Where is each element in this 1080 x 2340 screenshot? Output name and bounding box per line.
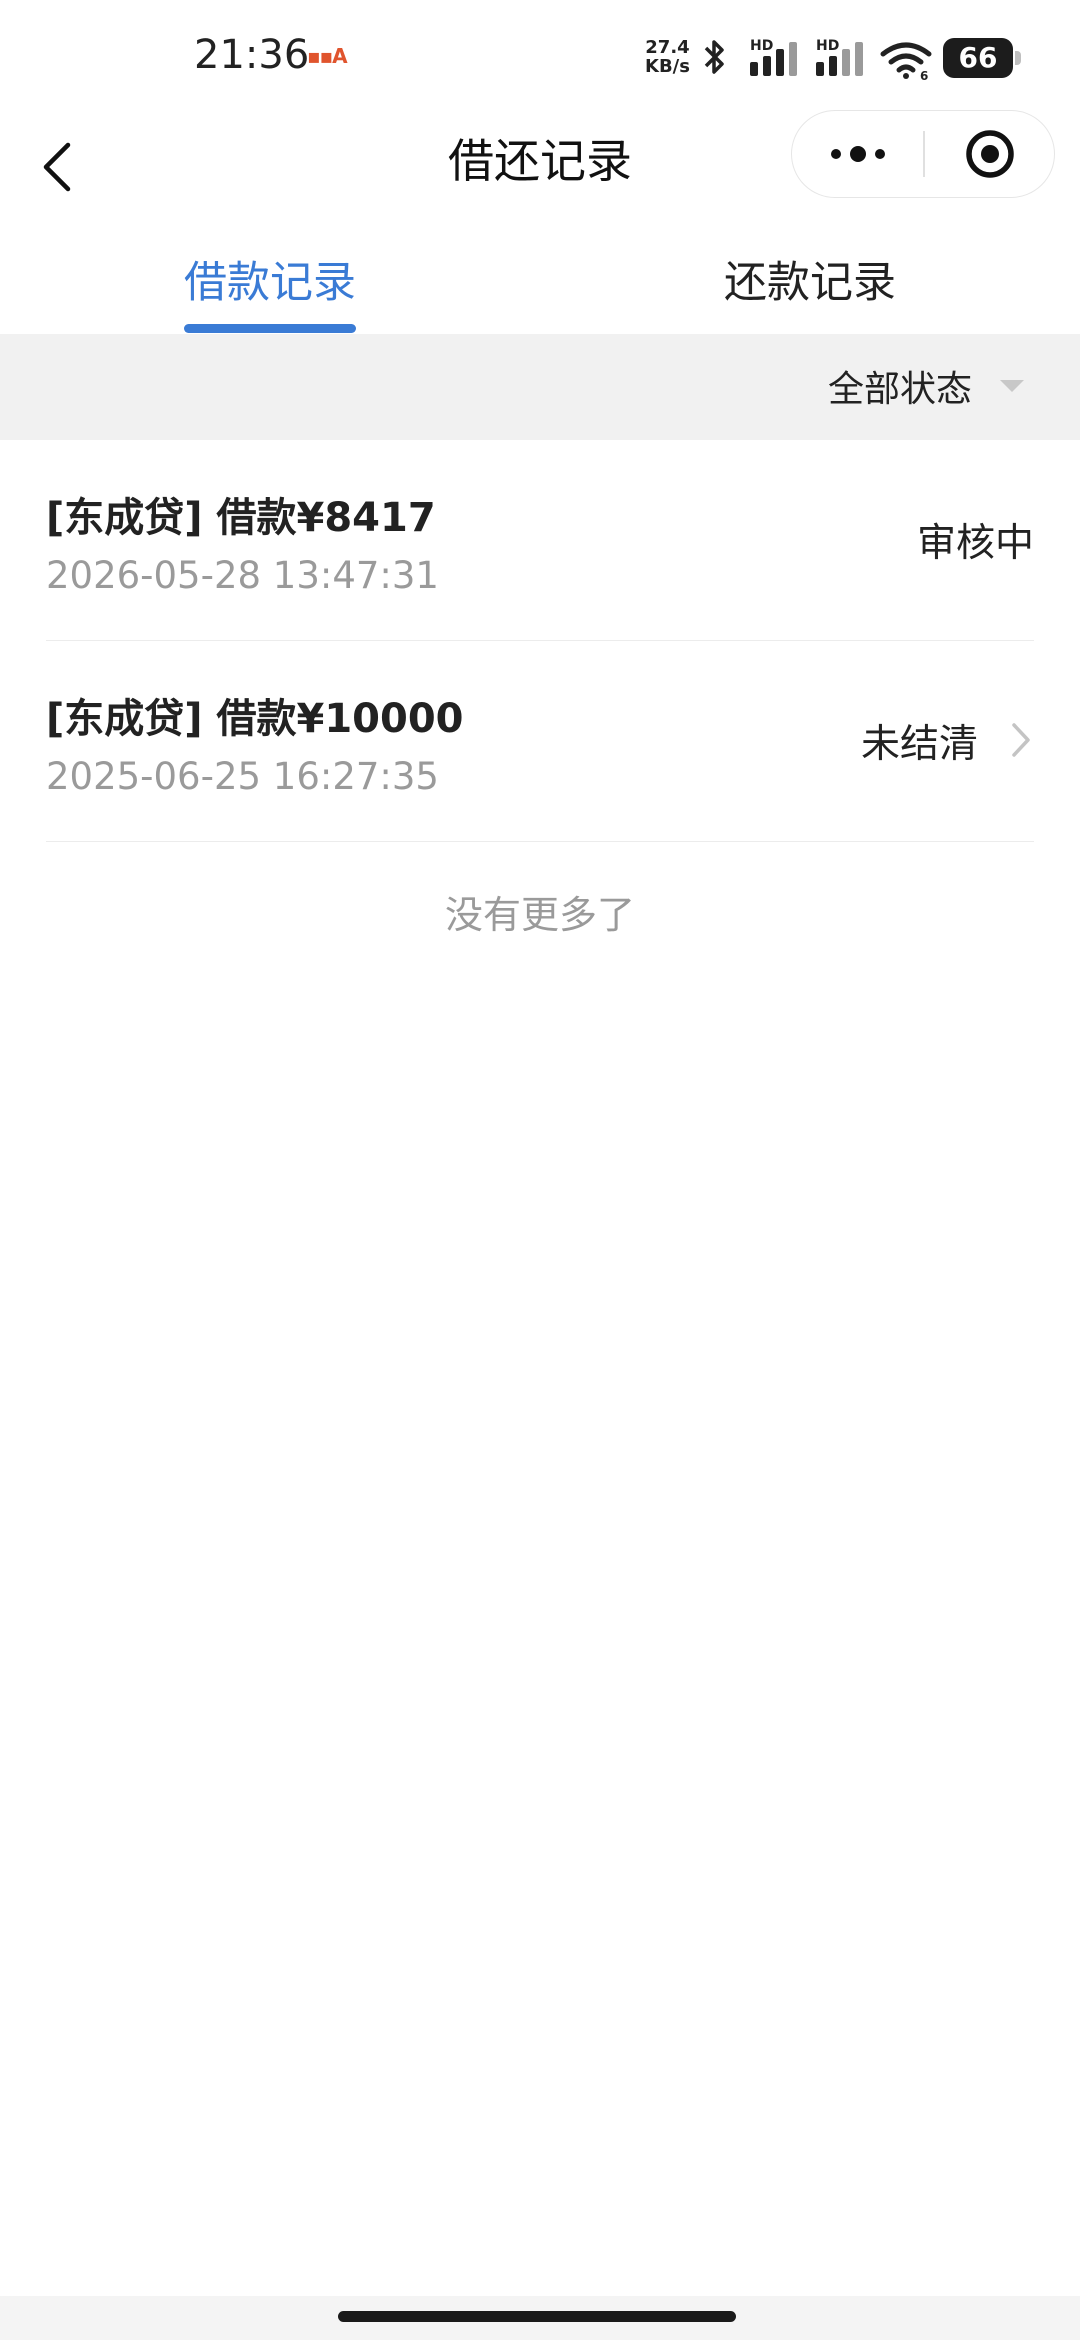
status-filter-dropdown[interactable]: 全部状态 — [764, 334, 1024, 440]
signal-icon — [816, 42, 863, 76]
more-dots-icon — [831, 146, 885, 162]
record-list: [东成贷] 借款¥8417 2026-05-28 13:47:31 审核中 [东… — [0, 440, 1080, 842]
network-speed: 27.4 KB/s — [645, 37, 690, 77]
home-indicator[interactable] — [338, 2311, 736, 2322]
record-title: [东成贷] 借款¥8417 — [46, 495, 436, 541]
more-button[interactable] — [792, 111, 923, 197]
list-item[interactable]: [东成贷] 借款¥8417 2026-05-28 13:47:31 审核中 — [46, 440, 1034, 641]
battery-icon: 66 — [943, 38, 1013, 78]
tab-repay-records[interactable]: 还款记录 — [630, 248, 990, 310]
record-status: 审核中 — [916, 521, 1034, 566]
status-bar: 21:36 ▪▪A 27.4 KB/s HD HD 6 66 — [0, 0, 1080, 110]
mini-program-capsule — [791, 110, 1055, 198]
record-tabs: 借款记录 还款记录 — [0, 230, 1080, 334]
status-time: 21:36 — [194, 32, 310, 78]
end-of-list-text: 没有更多了 — [444, 893, 635, 937]
close-mini-program-button[interactable] — [925, 111, 1055, 197]
chevron-right-icon — [1012, 723, 1030, 757]
caret-down-icon — [1000, 380, 1024, 392]
record-status: 未结清 — [860, 722, 978, 767]
active-tab-indicator — [184, 324, 356, 333]
target-circle-icon — [966, 130, 1014, 178]
wifi-icon: 6 — [880, 42, 932, 80]
status-filter-label: 全部状态 — [827, 369, 972, 410]
list-item[interactable]: [东成贷] 借款¥10000 2025-06-25 16:27:35 未结清 — [46, 641, 1034, 842]
record-title: [东成贷] 借款¥10000 — [46, 696, 464, 742]
app-notification-icon: ▪▪A — [307, 44, 348, 68]
record-time: 2026-05-28 13:47:31 — [46, 554, 439, 597]
filter-bar: 全部状态 — [0, 334, 1080, 440]
record-time: 2025-06-25 16:27:35 — [46, 755, 439, 798]
tab-borrow-records[interactable]: 借款记录 — [90, 248, 450, 310]
svg-text:6: 6 — [920, 69, 928, 80]
battery-level: 66 — [958, 41, 998, 74]
bluetooth-icon — [704, 40, 724, 74]
battery-tip — [1015, 51, 1021, 65]
signal-icon — [750, 42, 797, 76]
